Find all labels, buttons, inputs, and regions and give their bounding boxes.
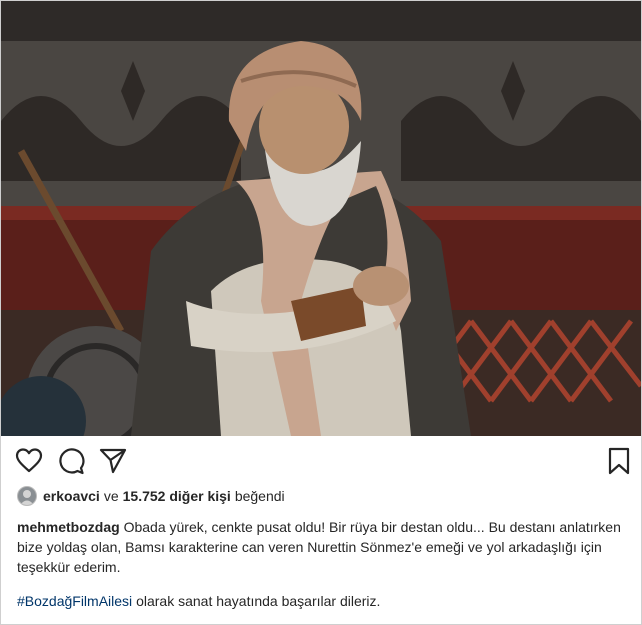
- likes-line: erkoavci ve 15.752 diğer kişi beğendi: [17, 485, 289, 507]
- likes-verb: beğendi: [234, 488, 285, 504]
- liker-username[interactable]: erkoavci: [43, 488, 100, 504]
- caption-suffix: olarak sanat hayatında başarılar dileriz…: [136, 593, 381, 609]
- likes-connector: ve: [103, 488, 119, 504]
- others-count[interactable]: 15.752 diğer kişi: [123, 488, 231, 504]
- bookmark-icon[interactable]: [605, 447, 633, 475]
- post-photo[interactable]: [1, 1, 641, 436]
- action-bar: [1, 447, 641, 477]
- hashtag-link[interactable]: #BozdağFilmAilesi: [17, 593, 132, 609]
- paper-plane-icon[interactable]: [99, 447, 127, 475]
- avatar[interactable]: [17, 486, 37, 506]
- author-username[interactable]: mehmetbozdag: [17, 519, 120, 535]
- instagram-post: erkoavci ve 15.752 diğer kişi beğendi me…: [0, 0, 642, 625]
- comment-bubble-icon[interactable]: [57, 447, 85, 475]
- post-caption: mehmetbozdag Obada yürek, cenkte pusat o…: [17, 517, 629, 611]
- heart-outline-icon[interactable]: [15, 447, 43, 475]
